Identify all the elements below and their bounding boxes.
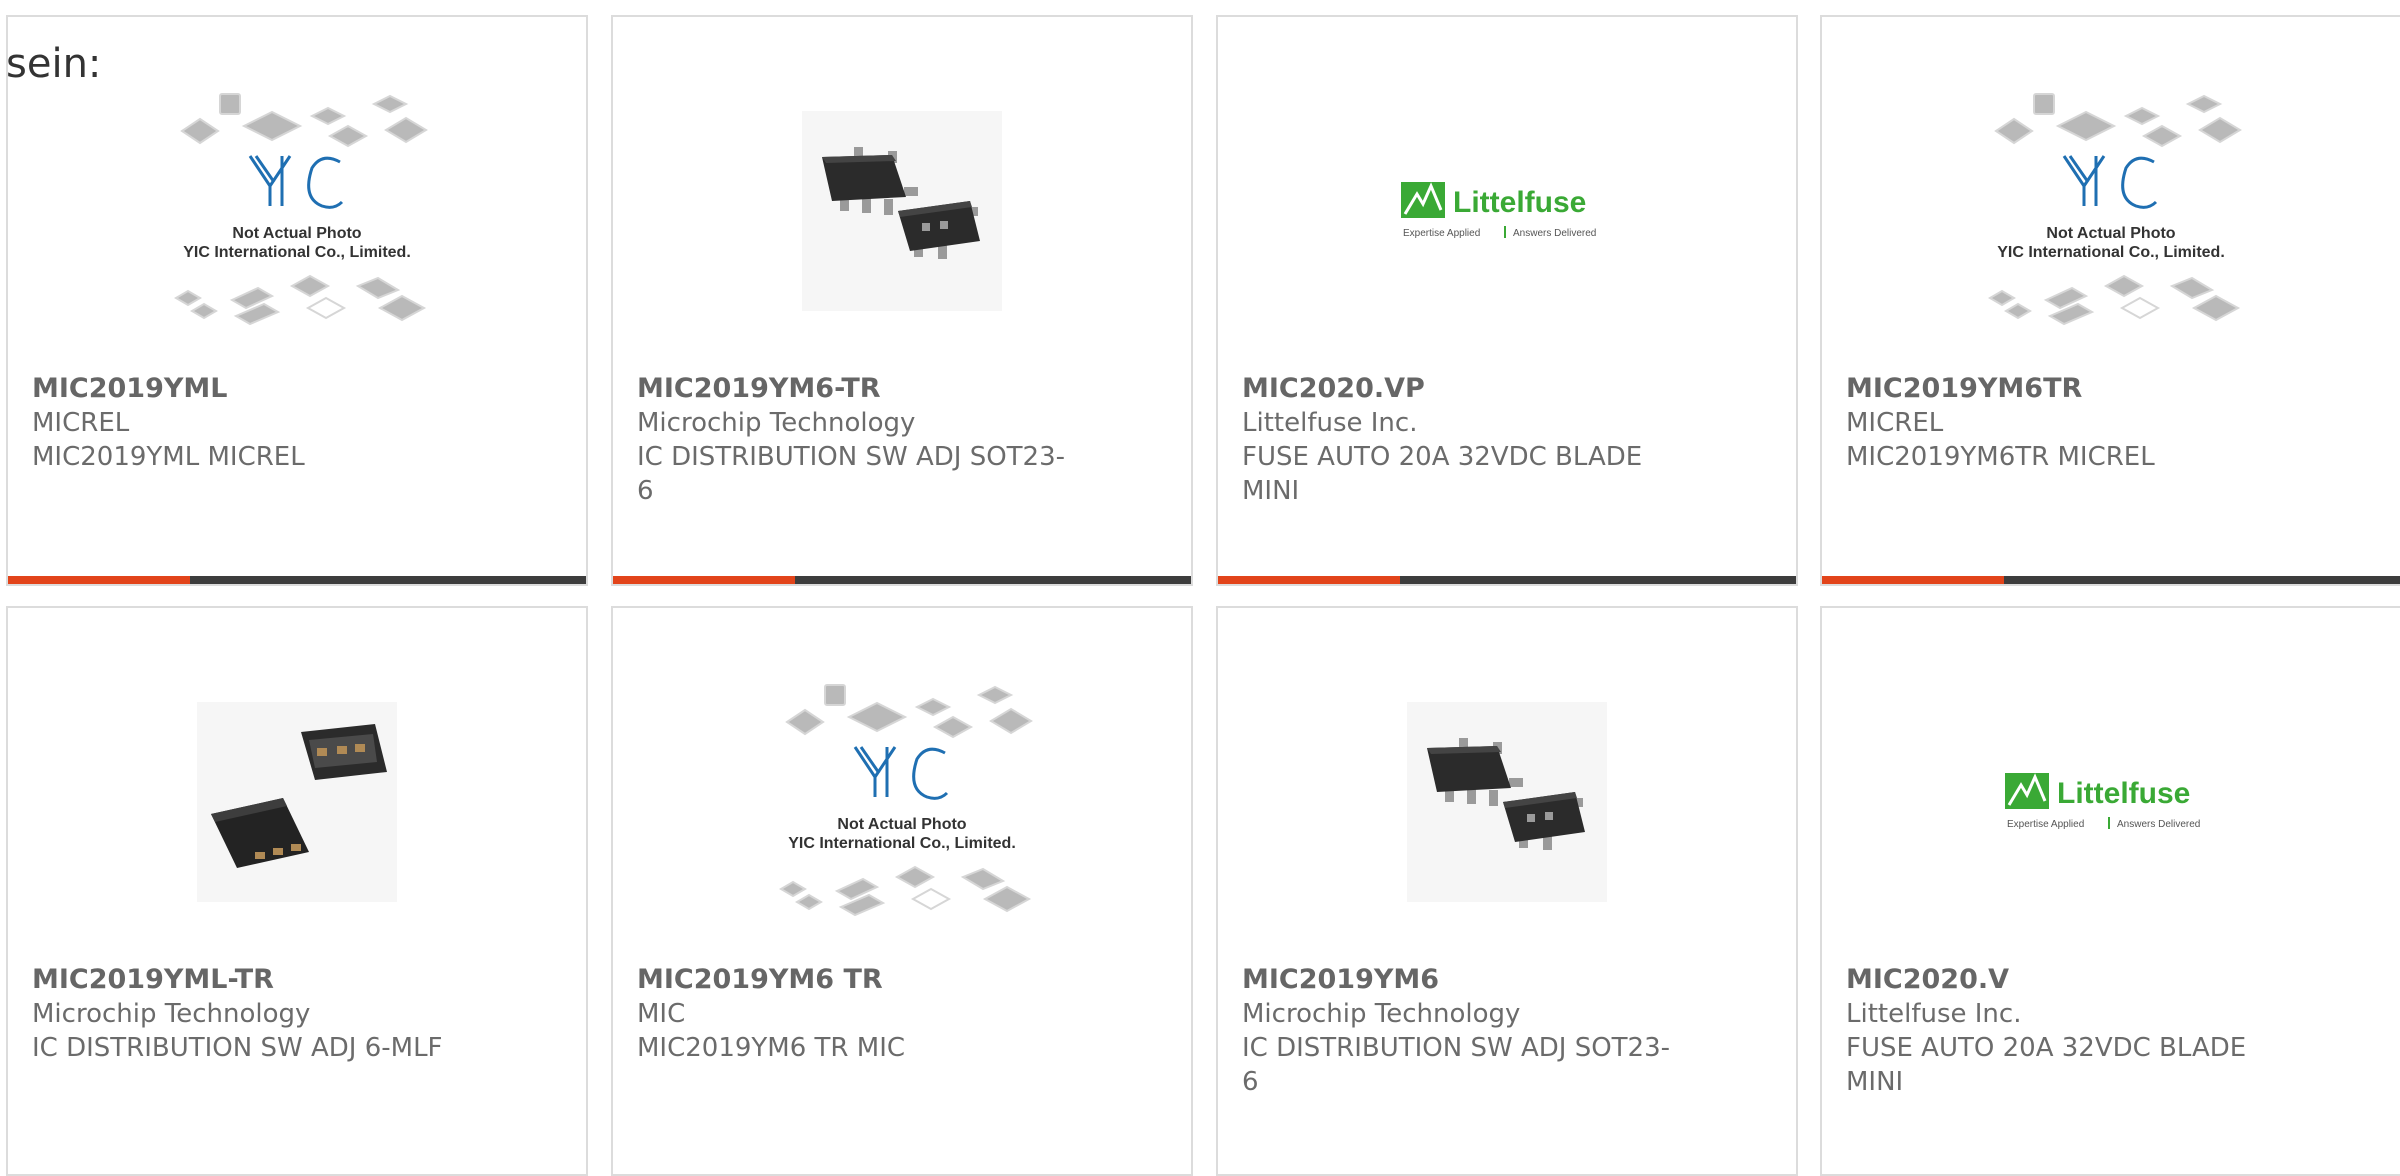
placeholder-line1: Not Actual Photo [232,225,361,242]
product-card[interactable]: Littelfuse Expertise Applied Answers Del… [1820,606,2400,1176]
card-bottom-bar [8,576,586,584]
manufacturer: MICREL [1846,408,1944,438]
littelfuse-logo: Littelfuse Expertise Applied Answers Del… [1822,652,2400,952]
manufacturer: MIC [637,999,686,1029]
product-card[interactable]: Not Actual Photo YIC International Co., … [611,606,1193,1176]
card-bottom-bar [1822,576,2400,584]
part-number[interactable]: MIC2020.V [1846,963,2398,997]
placeholder-line2: YIC International Co., Limited. [1997,244,2225,261]
description: FUSE AUTO 20A 32VDC BLADE MINI [1846,1033,2247,1097]
description: IC DISTRIBUTION SW ADJ 6-MLF [32,1033,443,1063]
littelfuse-tagline1: Expertise Applied [1403,228,1480,239]
littelfuse-logo: Littelfuse Expertise Applied Answers Del… [1218,61,1796,361]
placeholder-line2: YIC International Co., Limited. [788,835,1016,852]
littelfuse-tagline2: Answers Delivered [1513,228,1596,239]
part-number[interactable]: MIC2019YML-TR [32,963,566,997]
yic-placeholder-image: Not Actual Photo YIC International Co., … [613,652,1191,952]
product-card[interactable]: Not Actual Photo YIC International Co., … [6,15,588,586]
yic-placeholder-image: Not Actual Photo YIC International Co., … [8,61,586,361]
product-card[interactable]: MIC2019YM6 Microchip Technology IC DISTR… [1216,606,1798,1176]
intro-text: sein: [6,41,102,87]
yic-placeholder-image: Not Actual Photo YIC International Co., … [1822,61,2400,361]
manufacturer: MICREL [32,408,130,438]
placeholder-line1: Not Actual Photo [2046,225,2175,242]
part-number[interactable]: MIC2019YM6 TR [637,963,1171,997]
manufacturer: Microchip Technology [637,408,916,438]
part-number[interactable]: MIC2020.VP [1242,372,1776,406]
product-card[interactable]: Littelfuse Expertise Applied Answers Del… [1216,15,1798,586]
sot23-chip-image [1218,652,1796,952]
description: IC DISTRIBUTION SW ADJ SOT23-6 [1242,1033,1671,1097]
product-card[interactable]: Not Actual Photo YIC International Co., … [1820,15,2400,586]
manufacturer: Microchip Technology [1242,999,1521,1029]
card-accent [8,576,190,584]
product-card[interactable]: MIC2019YM6-TR Microchip Technology IC DI… [611,15,1193,586]
mlf-chip-image [8,652,586,952]
description: FUSE AUTO 20A 32VDC BLADE MINI [1242,442,1643,506]
littelfuse-name: Littelfuse [1453,186,1586,219]
manufacturer: Littelfuse Inc. [1846,999,2022,1029]
littelfuse-tagline2: Answers Delivered [2117,819,2200,830]
part-number[interactable]: MIC2019YM6 [1242,963,1776,997]
card-accent [1822,576,2004,584]
description: MIC2019YML MICREL [32,442,305,472]
manufacturer: Littelfuse Inc. [1242,408,1418,438]
littelfuse-tagline1: Expertise Applied [2007,819,2084,830]
placeholder-line1: Not Actual Photo [837,816,966,833]
part-number[interactable]: MIC2019YM6-TR [637,372,1171,406]
description: IC DISTRIBUTION SW ADJ SOT23-6 [637,442,1066,506]
part-number[interactable]: MIC2019YML [32,372,566,406]
placeholder-line2: YIC International Co., Limited. [183,244,411,261]
description: MIC2019YM6TR MICREL [1846,442,2155,472]
card-bottom-bar [613,576,1191,584]
description: MIC2019YM6 TR MIC [637,1033,906,1063]
product-card[interactable]: MIC2019YML-TR Microchip Technology IC DI… [6,606,588,1176]
card-bottom-bar [1218,576,1796,584]
sot23-chip-image [613,61,1191,361]
manufacturer: Microchip Technology [32,999,311,1029]
part-number[interactable]: MIC2019YM6TR [1846,372,2398,406]
card-accent [1218,576,1400,584]
littelfuse-name: Littelfuse [2057,777,2190,810]
card-accent [613,576,795,584]
